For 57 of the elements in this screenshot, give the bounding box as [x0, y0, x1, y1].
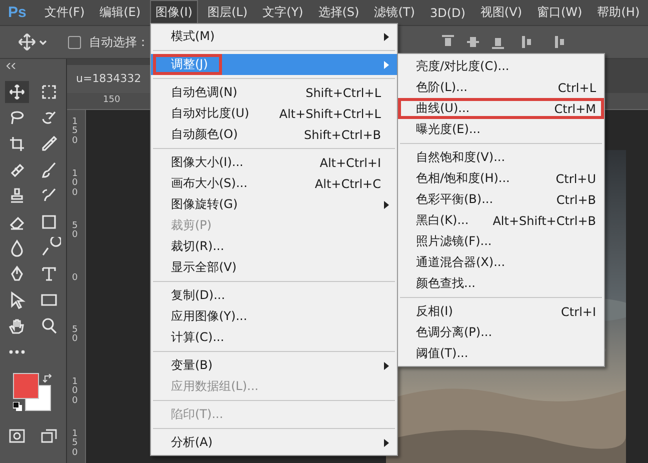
- menu-bar-item[interactable]: 选择(S): [312, 0, 366, 25]
- menu-item[interactable]: 模式(M): [151, 26, 397, 47]
- menu-item[interactable]: 分析(A): [151, 432, 397, 453]
- move-tool-icon[interactable]: [18, 33, 48, 51]
- menu-item[interactable]: 图像大小(I)... Alt+Ctrl+I: [151, 152, 397, 173]
- menu-bar-item[interactable]: 3D(D): [424, 2, 472, 24]
- document-tab[interactable]: u=1834332: [67, 65, 152, 93]
- default-colors-icon[interactable]: [13, 402, 23, 412]
- ruler-label: 150: [72, 430, 79, 458]
- menu-item[interactable]: 反相(I) Ctrl+I: [398, 301, 604, 322]
- menu-item[interactable]: 变量(B): [151, 355, 397, 376]
- menu-bar-item[interactable]: 帮助(H): [591, 0, 646, 25]
- menu-item[interactable]: 色调分离(P)...: [398, 322, 604, 343]
- checkbox[interactable]: [68, 36, 81, 48]
- menu-bar-item[interactable]: 窗口(W): [531, 0, 588, 25]
- menu-item[interactable]: 自动颜色(O) Shift+Ctrl+B: [151, 124, 397, 145]
- ruler-label: 50: [72, 222, 79, 241]
- menu-item[interactable]: 计算(C)...: [151, 327, 397, 348]
- menu-item[interactable]: 色阶(L)... Ctrl+L: [398, 77, 604, 98]
- ruler-label: 150: [103, 95, 120, 105]
- color-swatches-drawing[interactable]: [13, 373, 51, 411]
- app-logo: Ps: [8, 4, 26, 21]
- menu-bar-item[interactable]: 图层(L): [201, 0, 254, 25]
- ruler-label: 100: [72, 378, 79, 406]
- menu-item[interactable]: 照片滤镜(F)...: [398, 231, 604, 252]
- menu-bar-item[interactable]: 图像(I): [150, 0, 198, 25]
- move-tool-icon[interactable]: [5, 81, 29, 103]
- menu-item[interactable]: 复制(D)...: [151, 285, 397, 306]
- menu-bar-item[interactable]: 文件(F): [38, 0, 91, 25]
- menu-item[interactable]: 自动色调(N) Shift+Ctrl+L: [151, 82, 397, 103]
- menu-item[interactable]: 应用图像(Y)...: [151, 306, 397, 327]
- menu-item[interactable]: 自然饱和度(V)...: [398, 147, 604, 168]
- menu-item[interactable]: 黑白(K)... Alt+Shift+Ctrl+B: [398, 210, 604, 231]
- menu-bar-item[interactable]: 滤镜(T): [368, 0, 421, 25]
- menu-item[interactable]: 亮度/对比度(C)...: [398, 56, 604, 77]
- menu-item[interactable]: 裁切(R)...: [151, 236, 397, 257]
- ruler-label: 0: [72, 274, 79, 284]
- ruler-label: 150: [72, 118, 79, 146]
- menu-bar-item[interactable]: 文字(Y): [256, 0, 310, 25]
- menu-item[interactable]: 曝光度(E)...: [398, 119, 604, 140]
- menu-item[interactable]: 阈值(T)...: [398, 343, 604, 364]
- menu-bar-item[interactable]: 视图(V): [474, 0, 528, 25]
- menu-item[interactable]: 图像旋转(G): [151, 194, 397, 215]
- collapse-icon[interactable]: [6, 63, 16, 69]
- menu-item[interactable]: 通道混合器(X)...: [398, 252, 604, 273]
- menu-item[interactable]: 颜色查找...: [398, 273, 604, 294]
- menu-bar-item[interactable]: 编辑(E): [94, 0, 147, 25]
- ruler-label: 100: [72, 170, 79, 198]
- menu-item[interactable]: 色相/饱和度(H)... Ctrl+U: [398, 168, 604, 189]
- menu-item[interactable]: 色彩平衡(B)... Ctrl+B: [398, 189, 604, 210]
- menu-item[interactable]: 曲线(U)... Ctrl+M: [398, 98, 604, 119]
- menu-item[interactable]: 自动对比度(U) Alt+Shift+Ctrl+L: [151, 103, 397, 124]
- swap-arrow-icon[interactable]: [43, 374, 53, 384]
- ruler-label: 50: [72, 326, 79, 345]
- menu-item[interactable]: 显示全部(V): [151, 257, 397, 278]
- menu-item[interactable]: 画布大小(S)... Alt+Ctrl+C: [151, 173, 397, 194]
- auto-select-label: 自动选择：: [89, 34, 149, 50]
